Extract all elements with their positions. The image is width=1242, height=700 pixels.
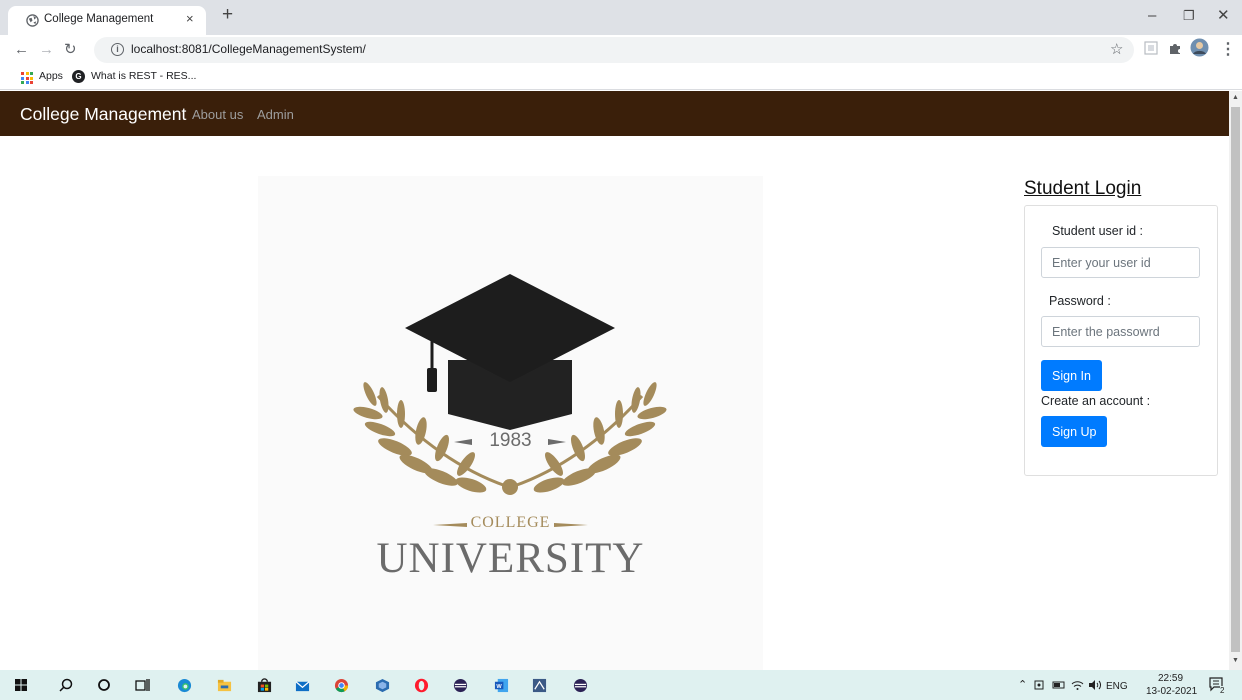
sign-up-button[interactable]: Sign Up bbox=[1041, 416, 1108, 447]
tray-chevron-icon[interactable]: ⌃ bbox=[1018, 678, 1027, 691]
svg-text:W: W bbox=[496, 684, 502, 690]
windows-start-icon[interactable] bbox=[15, 679, 27, 691]
browser-tab-strip: College Management × + – ❐ ✕ bbox=[0, 0, 1242, 35]
page-scrollbar[interactable]: ▲ ▼ bbox=[1229, 91, 1242, 670]
logo-college: COLLEGE bbox=[470, 514, 551, 531]
eclipse-icon[interactable] bbox=[453, 678, 468, 693]
login-title: Student Login bbox=[1024, 178, 1142, 199]
puzzle-icon[interactable] bbox=[1167, 40, 1183, 56]
close-window-icon[interactable]: ✕ bbox=[1217, 6, 1230, 26]
logo-year: 1983 bbox=[489, 430, 532, 451]
extension-icon[interactable] bbox=[1143, 40, 1159, 56]
meet-now-icon[interactable] bbox=[1034, 679, 1046, 691]
task-view-icon[interactable] bbox=[135, 678, 150, 692]
bookmarks-bar: Apps G What is REST - RES... bbox=[0, 65, 1242, 90]
university-logo: 1983 COLLEGE UNIVERSITY bbox=[258, 176, 763, 670]
site-navbar: College Management About us Admin bbox=[0, 91, 1229, 136]
logo-graphic bbox=[353, 274, 667, 527]
new-tab-button[interactable]: + bbox=[222, 5, 233, 25]
create-account-label: Create an account : bbox=[1041, 394, 1151, 408]
star-icon[interactable]: ☆ bbox=[1110, 40, 1123, 58]
file-explorer-icon[interactable] bbox=[217, 678, 232, 693]
opera-icon[interactable] bbox=[414, 678, 429, 693]
windows-taskbar: W ⌃ ENG 22:59 13-02-2021 2 bbox=[0, 670, 1242, 700]
userid-label: Student user id : bbox=[1052, 224, 1144, 238]
scroll-up-icon[interactable]: ▲ bbox=[1232, 94, 1239, 101]
apps-grid-icon[interactable] bbox=[21, 72, 33, 84]
snipping-tool-icon[interactable] bbox=[532, 678, 547, 693]
language-indicator[interactable]: ENG bbox=[1106, 681, 1128, 692]
cortana-icon[interactable] bbox=[97, 678, 111, 692]
restore-icon[interactable]: ❐ bbox=[1183, 6, 1195, 26]
search-icon[interactable] bbox=[59, 678, 73, 692]
nav-link-admin[interactable]: Admin bbox=[257, 107, 294, 122]
info-icon[interactable]: i bbox=[111, 43, 124, 56]
graduation-cap-icon bbox=[405, 274, 615, 430]
userid-input[interactable] bbox=[1041, 247, 1200, 278]
logo-university: UNIVERSITY bbox=[376, 535, 645, 582]
url-text[interactable]: localhost:8081/CollegeManagementSystem/ bbox=[131, 42, 366, 56]
scroll-thumb[interactable] bbox=[1231, 107, 1240, 652]
bookmark-favicon-icon: G bbox=[72, 70, 85, 83]
back-arrow-icon[interactable]: ← bbox=[14, 40, 29, 60]
wifi-icon[interactable] bbox=[1071, 679, 1084, 691]
profile-avatar-icon[interactable] bbox=[1190, 38, 1209, 57]
edge-icon[interactable] bbox=[177, 678, 192, 693]
nav-link-about[interactable]: About us bbox=[192, 107, 243, 122]
sign-in-button[interactable]: Sign In bbox=[1041, 360, 1102, 391]
password-label: Password : bbox=[1049, 294, 1111, 308]
reload-icon[interactable]: ↻ bbox=[64, 40, 77, 60]
tab-title: College Management bbox=[44, 13, 154, 25]
password-input[interactable] bbox=[1041, 316, 1200, 347]
forward-arrow-icon[interactable]: → bbox=[39, 40, 54, 60]
virtualbox-icon[interactable] bbox=[375, 678, 390, 693]
menu-dots-icon[interactable]: ⋮ bbox=[1220, 39, 1236, 59]
clock-date[interactable]: 13-02-2021 bbox=[1146, 686, 1197, 697]
tab-close-icon[interactable]: × bbox=[186, 11, 194, 26]
clock-time[interactable]: 22:59 bbox=[1158, 673, 1183, 684]
word-icon[interactable]: W bbox=[494, 678, 509, 693]
mail-icon[interactable] bbox=[295, 678, 310, 693]
store-icon[interactable] bbox=[257, 678, 272, 693]
navbar-brand[interactable]: College Management bbox=[20, 104, 186, 125]
minimize-icon[interactable]: – bbox=[1148, 6, 1156, 26]
bookmark-rest[interactable]: What is REST - RES... bbox=[91, 70, 196, 82]
eclipse-ee-icon[interactable] bbox=[573, 678, 588, 693]
globe-icon bbox=[26, 14, 39, 27]
notification-count: 2 bbox=[1220, 686, 1225, 695]
bookmark-apps[interactable]: Apps bbox=[39, 70, 63, 82]
browser-tab[interactable]: College Management × bbox=[8, 6, 206, 35]
volume-icon[interactable] bbox=[1088, 679, 1102, 691]
chrome-icon[interactable] bbox=[334, 678, 349, 693]
battery-icon[interactable] bbox=[1052, 679, 1066, 691]
scroll-down-icon[interactable]: ▼ bbox=[1232, 657, 1239, 664]
